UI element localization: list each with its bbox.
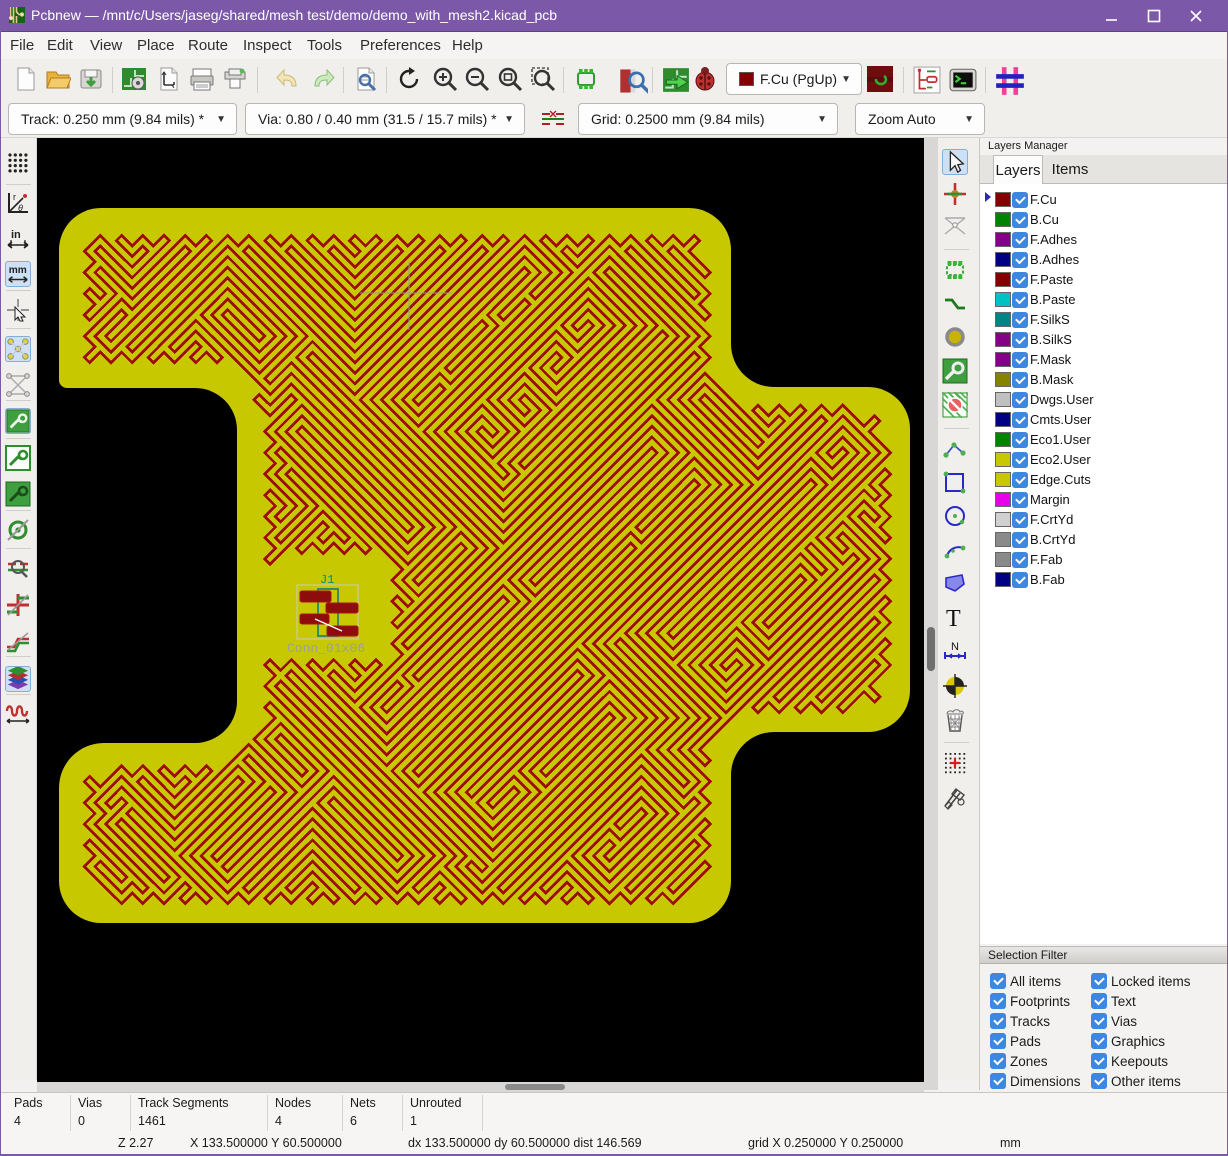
svg-text:Conn_01x06: Conn_01x06: [287, 641, 365, 656]
svg-text:θ: θ: [18, 203, 23, 213]
svg-text:in: in: [11, 229, 21, 241]
svg-text:J1: J1: [320, 573, 334, 587]
svg-text:r: r: [13, 192, 16, 202]
svg-text:mm: mm: [9, 265, 27, 276]
svg-text:T: T: [946, 606, 961, 631]
svg-text:N: N: [951, 641, 959, 653]
